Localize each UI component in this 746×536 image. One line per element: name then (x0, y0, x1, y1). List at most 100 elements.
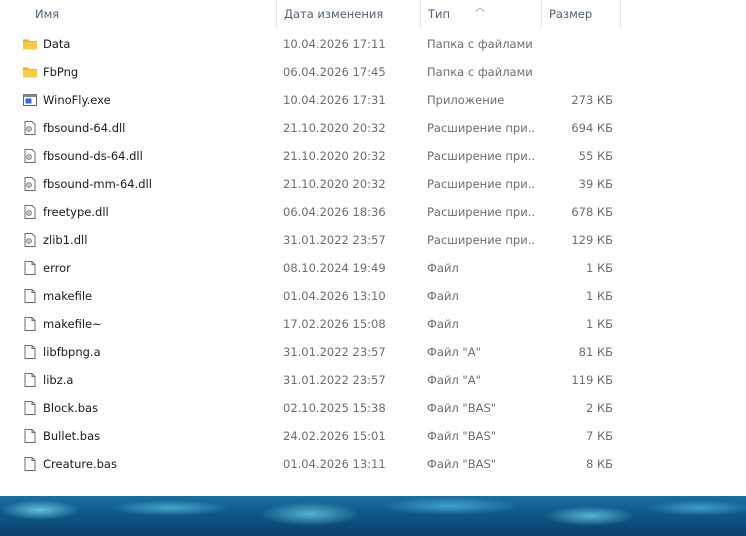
file-name: fbsound-64.dll (43, 121, 126, 135)
file-type: Расширение при... (427, 205, 535, 219)
file-name: Data (43, 37, 71, 51)
file-size: 273 КБ (571, 93, 613, 107)
column-header-bar: Имя Дата изменения Тип Размер ︿ (0, 0, 746, 30)
file-row[interactable]: WinoFly.exe 10.04.2026 17:31 Приложение 273… (0, 86, 746, 114)
file-name: zlib1.dll (43, 233, 88, 247)
file-size: 7 КБ (585, 429, 613, 443)
file-size: 39 КБ (578, 177, 613, 191)
file-row[interactable]: libz.a 31.01.2022 23:57 Файл "A" 119 КБ (0, 366, 746, 394)
file-size: 2 КБ (585, 401, 613, 415)
file-row[interactable]: Creature.bas 01.04.2026 13:11 Файл "BAS" 8 … (0, 450, 746, 478)
file-name: Creature.bas (43, 457, 117, 471)
file-size: 81 КБ (578, 345, 613, 359)
file-size: 1 КБ (585, 289, 613, 303)
file-date: 01.04.2026 13:11 (283, 457, 386, 471)
file-row[interactable]: libfbpng.a 31.01.2022 23:57 Файл "A" 81 КБ (0, 338, 746, 366)
application-icon (22, 92, 38, 108)
dll-file-icon (22, 120, 38, 136)
desktop-wallpaper (0, 496, 746, 536)
file-name: FbPng (43, 65, 79, 79)
file-name: Bullet.bas (43, 429, 101, 443)
file-size: 8 КБ (585, 457, 613, 471)
file-row[interactable]: FbPng 06.04.2026 17:45 Папка с файлами (0, 58, 746, 86)
dll-file-icon (22, 148, 38, 164)
file-name: makefile (43, 289, 93, 303)
column-header-size[interactable]: Размер (541, 0, 621, 28)
folder-icon (22, 36, 38, 52)
file-type: Папка с файлами (427, 65, 533, 79)
file-icon (22, 428, 38, 444)
file-date: 02.10.2025 15:38 (283, 401, 386, 415)
file-type: Файл "BAS" (427, 401, 497, 415)
file-row[interactable]: fbsound-64.dll 21.10.2020 20:32 Расширение… (0, 114, 746, 142)
file-icon (22, 260, 38, 276)
file-icon (22, 344, 38, 360)
file-type: Расширение при... (427, 121, 535, 135)
file-date: 06.04.2026 18:36 (283, 205, 386, 219)
folder-icon (22, 64, 38, 80)
file-size: 678 КБ (571, 205, 613, 219)
file-date: 21.10.2020 20:32 (283, 149, 386, 163)
file-type: Файл "A" (427, 373, 481, 387)
file-name: Block.bas (43, 401, 99, 415)
file-type: Файл (427, 317, 459, 331)
dll-file-icon (22, 204, 38, 220)
file-row[interactable]: error 08.10.2024 19:49 Файл 1 КБ (0, 254, 746, 282)
file-row[interactable]: makefile 01.04.2026 13:10 Файл 1 КБ (0, 282, 746, 310)
file-type: Расширение при... (427, 233, 535, 247)
file-row[interactable]: makefile~ 17.02.2026 15:08 Файл 1 КБ (0, 310, 746, 338)
file-type: Файл "BAS" (427, 429, 497, 443)
dll-file-icon (22, 232, 38, 248)
file-type: Файл "A" (427, 345, 481, 359)
file-size: 129 КБ (571, 233, 613, 247)
file-date: 17.02.2026 15:08 (283, 317, 386, 331)
file-size: 1 КБ (585, 317, 613, 331)
file-size: 55 КБ (578, 149, 613, 163)
file-date: 01.04.2026 13:10 (283, 289, 386, 303)
file-date: 21.10.2020 20:32 (283, 177, 386, 191)
file-explorer-window: Имя Дата изменения Тип Размер ︿ Data 10.0… (0, 0, 746, 496)
file-date: 08.10.2024 19:49 (283, 261, 386, 275)
file-date: 24.02.2026 15:01 (283, 429, 386, 443)
file-date: 10.04.2026 17:31 (283, 93, 386, 107)
file-icon (22, 316, 38, 332)
file-size: 1 КБ (585, 261, 613, 275)
file-type: Файл "BAS" (427, 457, 497, 471)
file-row[interactable]: fbsound-mm-64.dll 21.10.2020 20:32 Расшире… (0, 170, 746, 198)
file-row[interactable]: Data 10.04.2026 17:11 Папка с файлами (0, 30, 746, 58)
file-row[interactable]: fbsound-ds-64.dll 21.10.2020 20:32 Расшире… (0, 142, 746, 170)
file-name: error (43, 261, 71, 275)
file-date: 31.01.2022 23:57 (283, 373, 386, 387)
file-name: makefile~ (43, 317, 102, 331)
dll-file-icon (22, 176, 38, 192)
file-size: 694 КБ (571, 121, 613, 135)
file-icon (22, 372, 38, 388)
file-type: Расширение при... (427, 177, 535, 191)
sort-up-icon: ︿ (475, 3, 485, 14)
file-name: WinoFly.exe (43, 93, 111, 107)
file-name: freetype.dll (43, 205, 109, 219)
file-date: 06.04.2026 17:45 (283, 65, 386, 79)
file-name: libfbpng.a (43, 345, 101, 359)
file-name: fbsound-ds-64.dll (43, 149, 143, 163)
file-row[interactable]: zlib1.dll 31.01.2022 23:57 Расширение при.… (0, 226, 746, 254)
file-icon (22, 400, 38, 416)
file-row[interactable]: Bullet.bas 24.02.2026 15:01 Файл "BAS" 7 КБ (0, 422, 746, 450)
file-date: 31.01.2022 23:57 (283, 345, 386, 359)
file-type: Файл (427, 289, 459, 303)
column-header-name[interactable]: Имя (27, 0, 277, 28)
file-name: fbsound-mm-64.dll (43, 177, 152, 191)
file-date: 21.10.2020 20:32 (283, 121, 386, 135)
file-icon (22, 456, 38, 472)
file-date: 31.01.2022 23:57 (283, 233, 386, 247)
file-row[interactable]: Block.bas 02.10.2025 15:38 Файл "BAS" 2 КБ (0, 394, 746, 422)
file-type: Расширение при... (427, 149, 535, 163)
file-type: Папка с файлами (427, 37, 533, 51)
file-name: libz.a (43, 373, 74, 387)
file-icon (22, 288, 38, 304)
file-row[interactable]: freetype.dll 06.04.2026 18:36 Расширение п… (0, 198, 746, 226)
column-header-date[interactable]: Дата изменения (276, 0, 421, 28)
file-type: Файл (427, 261, 459, 275)
file-size: 119 КБ (571, 373, 613, 387)
file-type: Приложение (427, 93, 505, 107)
